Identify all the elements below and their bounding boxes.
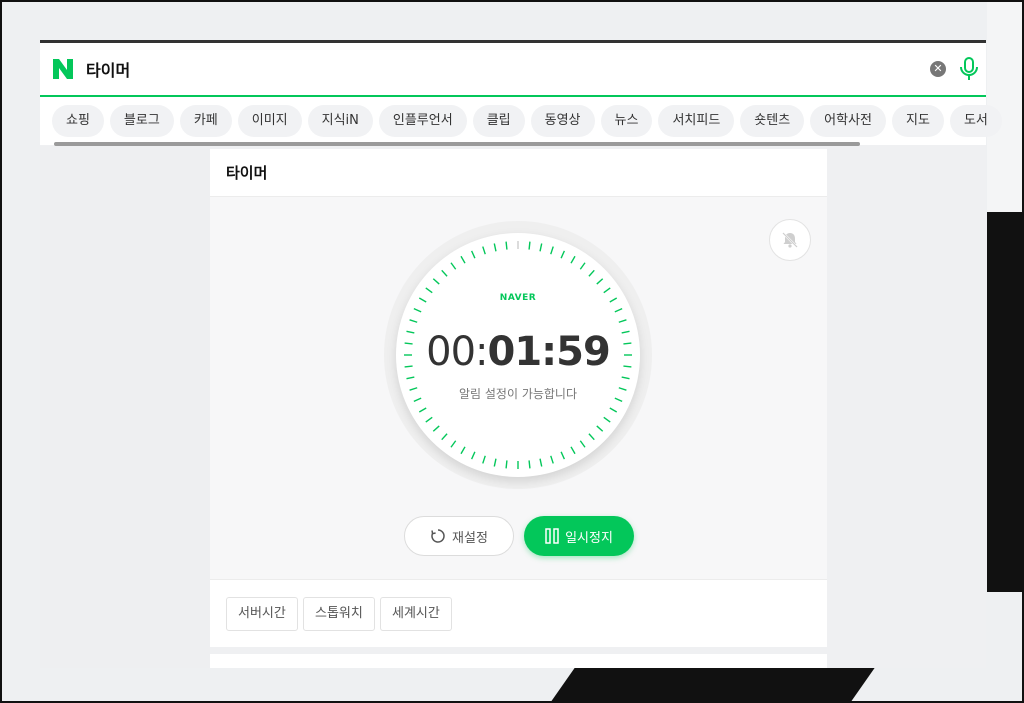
background-shape (547, 666, 877, 701)
dial-tick (539, 243, 543, 252)
tab-clip[interactable]: 클립 (472, 105, 525, 137)
dial-tick (560, 250, 566, 259)
dial-tick (603, 287, 611, 294)
dial-tick (560, 451, 566, 460)
dial-tick (550, 455, 554, 464)
dial-tick (539, 458, 543, 467)
tab-books[interactable]: 도서 (949, 105, 1002, 137)
dial-tick (528, 241, 531, 250)
tab-news[interactable]: 뉴스 (600, 105, 653, 137)
dial-tick (470, 451, 476, 460)
tab-dictionary[interactable]: 어학사전 (810, 105, 887, 137)
tab-video[interactable]: 동영상 (530, 105, 595, 137)
timer-dial: NAVER 00:01:59 알림 설정이 가능합니다 (384, 221, 652, 489)
reset-button[interactable]: 재설정 (404, 516, 514, 556)
bell-off-icon[interactable] (769, 219, 811, 261)
timer-hours: 00: (426, 329, 488, 375)
dial-tick (493, 458, 497, 467)
dial-tick (528, 460, 531, 469)
dial-tick (570, 255, 576, 264)
pause-label: 일시정지 (565, 530, 613, 546)
timer-card: 타이머 NAVER 00:01:59 알림 설정이 가능합니다 재설정 일시정지… (210, 149, 827, 647)
stopwatch-button[interactable]: 스톱워치 (303, 597, 375, 631)
tab-kin[interactable]: 지식iN (307, 105, 373, 137)
dial-tick (614, 307, 623, 313)
clear-icon[interactable]: ✕ (930, 61, 946, 77)
background-shape (987, 212, 1022, 592)
dial-tick (470, 250, 476, 259)
tab-blog[interactable]: 블로그 (109, 105, 174, 137)
dial-tick (432, 425, 440, 432)
dial-tick (418, 407, 427, 413)
naver-logo-icon[interactable] (52, 58, 74, 80)
left-sidebar (40, 146, 210, 668)
brand-label: NAVER (499, 293, 537, 303)
dial-tick (579, 262, 586, 270)
reset-icon (431, 529, 445, 543)
dial-tick (450, 440, 457, 448)
dial-tick (482, 246, 486, 255)
dial-tick (425, 287, 433, 294)
server-time-button[interactable]: 서버시간 (226, 597, 298, 631)
dial-tick (441, 433, 448, 441)
reset-label: 재설정 (452, 530, 488, 546)
tab-map[interactable]: 지도 (892, 105, 944, 137)
dial-tick (588, 269, 595, 277)
timer-title: 타이머 (210, 149, 827, 197)
dial-tick (460, 446, 466, 455)
dial-tick (609, 407, 618, 413)
dial-tick (621, 376, 630, 380)
dial-tick (596, 425, 604, 432)
dial-tick (505, 241, 508, 250)
dial-tick (482, 455, 486, 464)
dial-tick (413, 307, 422, 313)
dial-tick (550, 246, 554, 255)
dial-tick (406, 376, 415, 380)
dial-tick (432, 278, 440, 285)
timer-display: 00:01:59 (396, 329, 640, 375)
tab-influencer[interactable]: 인플루언서 (378, 105, 467, 137)
dial-tick (425, 416, 433, 423)
tab-shortents[interactable]: 숏텐츠 (740, 105, 805, 137)
tab-searchfeed[interactable]: 서치피드 (658, 105, 735, 137)
dial-tick (493, 243, 497, 252)
mic-icon[interactable] (958, 56, 980, 82)
search-tabs: 쇼핑 블로그 카페 이미지 지식iN 인플루언서 클립 동영상 뉴스 서치피드 … (40, 97, 1002, 146)
tab-shopping[interactable]: 쇼핑 (52, 105, 104, 137)
dial-tick (588, 433, 595, 441)
tab-image[interactable]: 이미지 (237, 105, 302, 137)
dial-tick (460, 255, 466, 264)
pause-button[interactable]: 일시정지 (524, 516, 634, 556)
dial-tick (570, 446, 576, 455)
dial-tick (441, 269, 448, 277)
dial-tick (505, 460, 508, 469)
browser-window: 타이머 ✕ 쇼핑 블로그 카페 이미지 지식iN 인플루언서 클립 동영상 뉴스… (40, 40, 1002, 668)
screenshot-frame: 타이머 ✕ 쇼핑 블로그 카페 이미지 지식iN 인플루언서 클립 동영상 뉴스… (0, 0, 1024, 703)
pause-icon (545, 528, 559, 544)
search-input[interactable]: 타이머 (86, 57, 130, 81)
timer-hint: 알림 설정이 가능합니다 (458, 387, 578, 401)
timer-minutes-seconds: 01:59 (487, 329, 611, 375)
dial-tick (579, 440, 586, 448)
timer-footer: 서버시간 스톱워치 세계시간 (210, 579, 827, 647)
timer-face: NAVER 00:01:59 알림 설정이 가능합니다 (396, 233, 640, 477)
tab-cafe[interactable]: 카페 (179, 105, 232, 137)
next-card-edge (210, 654, 827, 668)
dial-tick (409, 319, 418, 323)
dial-tick (596, 278, 604, 285)
dial-tick (450, 262, 457, 270)
search-bar: 타이머 ✕ (40, 43, 986, 97)
dial-tick (603, 416, 611, 423)
world-time-button[interactable]: 세계시간 (380, 597, 452, 631)
dial-tick (618, 319, 627, 323)
